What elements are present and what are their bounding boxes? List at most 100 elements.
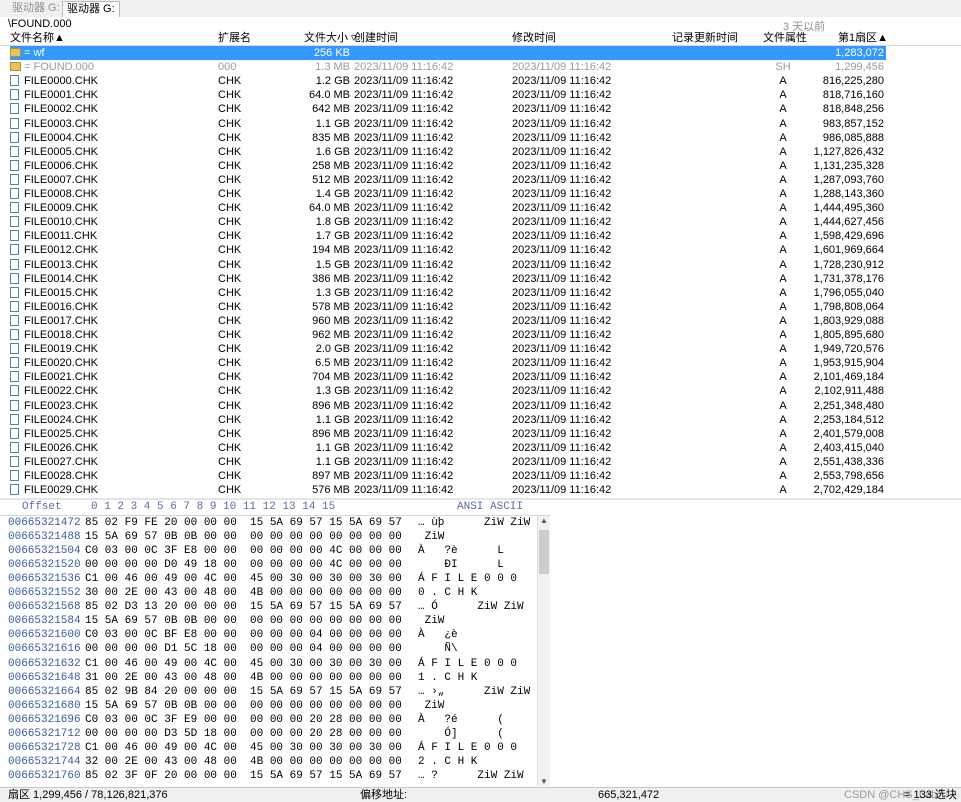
table-row[interactable]: FILE0022.CHK CHK 1.3 GB 2023/11/09 11:16:42… [0, 384, 961, 398]
file-icon [10, 230, 19, 242]
column-header-size[interactable]: 文件大小 ▿ [304, 32, 357, 45]
hex-offset: 00665321504 [8, 545, 81, 558]
hex-row[interactable]: 00665321616 00 00 00 00 D1 5C 18 00 00 00… [0, 642, 540, 656]
hex-row[interactable]: 00665321680 15 5A 69 57 0B 0B 00 00 00 00… [0, 699, 540, 713]
cell-name: FILE0026.CHK [24, 441, 98, 454]
table-row[interactable]: FILE0025.CHK CHK 896 MB 2023/11/09 11:16:42… [0, 427, 961, 441]
hex-row[interactable]: 00665321632 C1 00 46 00 49 00 4C 00 45 00… [0, 657, 540, 671]
hex-offset: 00665321680 [8, 699, 81, 712]
cell-sector: 1,287,093,760 [813, 173, 884, 186]
cell-mtime: 2023/11/09 11:16:42 [512, 385, 612, 398]
table-row[interactable]: FILE0024.CHK CHK 1.1 GB 2023/11/09 11:16:42… [0, 413, 961, 427]
table-row[interactable]: FILE0012.CHK CHK 194 MB 2023/11/09 11:16:42… [0, 243, 961, 257]
cell-ctime: 2023/11/09 11:16:42 [354, 61, 454, 74]
table-row[interactable]: FILE0000.CHK CHK 1.2 GB 2023/11/09 11:16:42… [0, 74, 961, 88]
hex-row[interactable]: 00665321488 15 5A 69 57 0B 0B 00 00 00 00… [0, 530, 540, 544]
file-icon [10, 427, 19, 439]
scroll-thumb[interactable] [539, 530, 549, 574]
hex-row[interactable]: 00665321712 00 00 00 00 D3 5D 18 00 00 00… [0, 727, 540, 741]
table-row[interactable]: FILE0015.CHK CHK 1.3 GB 2023/11/09 11:16:42… [0, 286, 961, 300]
table-row[interactable]: FILE0021.CHK CHK 704 MB 2023/11/09 11:16:42… [0, 370, 961, 384]
column-header-name[interactable]: 文件名称▲ [10, 32, 65, 45]
hex-offset: 00665321744 [8, 755, 81, 768]
hex-row[interactable]: 00665321584 15 5A 69 57 0B 0B 00 00 00 00… [0, 614, 540, 628]
column-header-rtime[interactable]: 记录更新时间 [672, 32, 738, 45]
table-row[interactable]: FILE0011.CHK CHK 1.7 GB 2023/11/09 11:16:42… [0, 229, 961, 243]
table-row[interactable]: FILE0007.CHK CHK 512 MB 2023/11/09 11:16:42… [0, 173, 961, 187]
hex-offset: 00665321696 [8, 713, 81, 726]
hex-bytes: C0 03 00 0C 3F E9 00 00 00 00 00 20 28 0… [85, 713, 402, 726]
tab-drive-g-1[interactable]: 驱动器 G: [8, 1, 64, 16]
cell-size: 1.1 GB [315, 455, 350, 468]
hex-row[interactable]: 00665321536 C1 00 46 00 49 00 4C 00 45 00… [0, 572, 540, 586]
column-header-sector[interactable]: 第1扇区▲ [838, 32, 888, 45]
hex-row[interactable]: 00665321648 31 00 2E 00 43 00 48 00 4B 00… [0, 671, 540, 685]
hex-row[interactable]: 00665321504 C0 03 00 0C 3F E8 00 00 00 00… [0, 544, 540, 558]
cell-attr: A [779, 117, 787, 130]
table-row[interactable]: FILE0019.CHK CHK 2.0 GB 2023/11/09 11:16:42… [0, 342, 961, 356]
table-row[interactable]: FILE0006.CHK CHK 258 MB 2023/11/09 11:16:42… [0, 159, 961, 173]
scroll-down-icon[interactable]: ▼ [540, 777, 548, 786]
table-row[interactable]: FILE0013.CHK CHK 1.5 GB 2023/11/09 11:16:42… [0, 258, 961, 272]
hex-scrollbar[interactable]: ▲ ▼ [537, 516, 550, 786]
hex-row[interactable]: 00665321472 85 02 F9 FE 20 00 00 00 15 5A… [0, 516, 540, 530]
file-icon [10, 89, 19, 101]
cell-mtime: 2023/11/09 11:16:42 [512, 173, 612, 186]
table-row[interactable]: FILE0004.CHK CHK 835 MB 2023/11/09 11:16:42… [0, 131, 961, 145]
cell-ctime: 2023/11/09 11:16:42 [354, 230, 454, 243]
cell-attr: A [779, 399, 787, 412]
table-row[interactable]: = wf 256 KB 1,283,072 [0, 46, 961, 60]
table-row[interactable]: FILE0029.CHK CHK 576 MB 2023/11/09 11:16:42… [0, 483, 961, 497]
table-row[interactable]: FILE0005.CHK CHK 1.6 GB 2023/11/09 11:16:42… [0, 145, 961, 159]
hex-ascii: Á F I L E 0 0 0 [418, 741, 518, 754]
cell-sector: 1,728,230,912 [813, 258, 884, 271]
cell-mtime: 2023/11/09 11:16:42 [512, 441, 612, 454]
column-header-ctime[interactable]: 创建时间 [354, 32, 398, 45]
table-row[interactable]: FILE0023.CHK CHK 896 MB 2023/11/09 11:16:42… [0, 399, 961, 413]
table-row[interactable]: FILE0014.CHK CHK 386 MB 2023/11/09 11:16:42… [0, 272, 961, 286]
hex-row[interactable]: 00665321600 C0 03 00 0C BF E8 00 00 00 00… [0, 628, 540, 642]
hex-row[interactable]: 00665321568 85 02 D3 13 20 00 00 00 15 5A… [0, 600, 540, 614]
hex-bytes: C1 00 46 00 49 00 4C 00 45 00 30 00 30 0… [85, 657, 402, 670]
table-row[interactable]: FILE0020.CHK CHK 6.5 MB 2023/11/09 11:16:42… [0, 356, 961, 370]
table-row[interactable]: = FOUND.000 000 1.3 MB 2023/11/09 11:16:42 2… [0, 60, 961, 74]
hex-row[interactable]: 00665321744 32 00 2E 00 43 00 48 00 4B 00… [0, 755, 540, 769]
file-list: = wf 256 KB 1,283,072 = FOUND.000 000 1.3 MB 2… [0, 46, 961, 498]
hex-row[interactable]: 00665321664 85 02 9B 84 20 00 00 00 15 5A… [0, 685, 540, 699]
cell-mtime: 2023/11/09 11:16:42 [512, 329, 612, 341]
cell-ext: CHK [218, 484, 242, 497]
scroll-up-icon[interactable]: ▲ [540, 516, 548, 525]
table-row[interactable]: FILE0016.CHK CHK 578 MB 2023/11/09 11:16:42… [0, 300, 961, 314]
hex-row[interactable]: 00665321520 00 00 00 00 D0 49 18 00 00 00… [0, 558, 540, 572]
table-row[interactable]: FILE0026.CHK CHK 1.1 GB 2023/11/09 11:16:42… [0, 441, 961, 455]
hex-row[interactable]: 00665321552 30 00 2E 00 43 00 48 00 4B 00… [0, 586, 540, 600]
cell-mtime: 2023/11/09 11:16:42 [512, 343, 612, 356]
hex-row[interactable]: 00665321728 C1 00 46 00 49 00 4C 00 45 00… [0, 741, 540, 755]
table-row[interactable]: FILE0028.CHK CHK 897 MB 2023/11/09 11:16:42… [0, 469, 961, 483]
tab-drive-g-2[interactable]: 驱动器 G: [62, 1, 120, 17]
column-header-ext[interactable]: 扩展名 [218, 32, 251, 45]
cell-ctime: 2023/11/09 11:16:42 [354, 371, 454, 384]
cell-size: 1.3 GB [315, 385, 350, 398]
column-header-attr[interactable]: 文件属性 [763, 32, 807, 45]
table-row[interactable]: FILE0002.CHK CHK 642 MB 2023/11/09 11:16:42… [0, 102, 961, 116]
table-row[interactable]: FILE0001.CHK CHK 64.0 MB 2023/11/09 11:16:4… [0, 88, 961, 102]
table-row[interactable]: FILE0008.CHK CHK 1.4 GB 2023/11/09 11:16:42… [0, 187, 961, 201]
cell-mtime: 2023/11/09 11:16:42 [512, 145, 612, 158]
cell-sector: 1,444,495,360 [813, 202, 884, 215]
column-header-mtime[interactable]: 修改时间 [512, 32, 556, 45]
file-icon [10, 385, 19, 397]
table-row[interactable]: FILE0018.CHK CHK 962 MB 2023/11/09 11:16:42… [0, 328, 961, 342]
cell-sector: 818,848,256 [822, 103, 884, 116]
table-row[interactable]: FILE0003.CHK CHK 1.1 GB 2023/11/09 11:16:42… [0, 117, 961, 131]
table-row[interactable]: FILE0027.CHK CHK 1.1 GB 2023/11/09 11:16:42… [0, 455, 961, 469]
table-row[interactable]: FILE0009.CHK CHK 64.0 MB 2023/11/09 11:16:4… [0, 201, 961, 215]
hex-offset: 00665321536 [8, 573, 81, 586]
hex-bytes: 85 02 9B 84 20 00 00 00 15 5A 69 57 15 5… [85, 685, 402, 698]
table-row[interactable]: FILE0017.CHK CHK 960 MB 2023/11/09 11:16:42… [0, 314, 961, 328]
hex-row[interactable]: 00665321696 C0 03 00 0C 3F E9 00 00 00 00… [0, 713, 540, 727]
hex-row[interactable]: 00665321760 85 02 3F 0F 20 00 00 00 15 5A… [0, 769, 540, 783]
hex-bytes: 15 5A 69 57 0B 0B 00 00 00 00 00 00 00 0… [85, 615, 402, 628]
table-row[interactable]: FILE0010.CHK CHK 1.8 GB 2023/11/09 11:16:42… [0, 215, 961, 229]
cell-size: 1.6 GB [315, 145, 350, 158]
